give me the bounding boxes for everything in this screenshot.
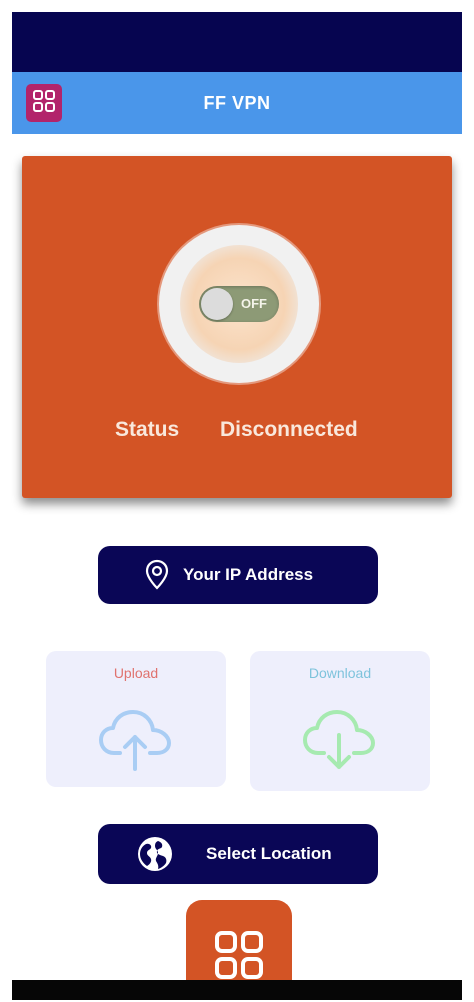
cloud-download-icon xyxy=(302,707,378,776)
download-card: Download xyxy=(250,651,430,791)
connection-status-card: OFF Status Disconnected xyxy=(22,156,452,498)
bottom-menu-button[interactable] xyxy=(186,900,292,990)
globe-icon xyxy=(136,835,174,878)
status-row: Status Disconnected xyxy=(22,418,452,448)
status-bar xyxy=(12,12,462,72)
connect-toggle[interactable]: OFF xyxy=(159,225,319,383)
app-title: FF VPN xyxy=(203,92,271,113)
location-pin-icon xyxy=(144,559,170,596)
switch-state-text: OFF xyxy=(241,296,267,311)
switch-knob xyxy=(201,288,233,320)
app-bar: FF VPN xyxy=(12,72,462,134)
cloud-upload-icon xyxy=(98,707,174,776)
toggle-glow: OFF xyxy=(180,245,298,363)
select-location-button[interactable]: Select Location xyxy=(98,824,378,884)
upload-label: Upload xyxy=(113,665,159,681)
grid-icon xyxy=(214,930,264,985)
system-navigation-bar xyxy=(12,980,462,1000)
power-switch[interactable]: OFF xyxy=(199,286,279,322)
your-ip-address-button[interactable]: Your IP Address xyxy=(98,546,378,604)
status-label: Status xyxy=(115,418,180,441)
location-button-label: Select Location xyxy=(206,844,332,863)
status-value: Disconnected xyxy=(220,418,358,441)
ip-button-label: Your IP Address xyxy=(183,565,314,584)
upload-card: Upload xyxy=(46,651,226,787)
download-label: Download xyxy=(308,665,372,681)
